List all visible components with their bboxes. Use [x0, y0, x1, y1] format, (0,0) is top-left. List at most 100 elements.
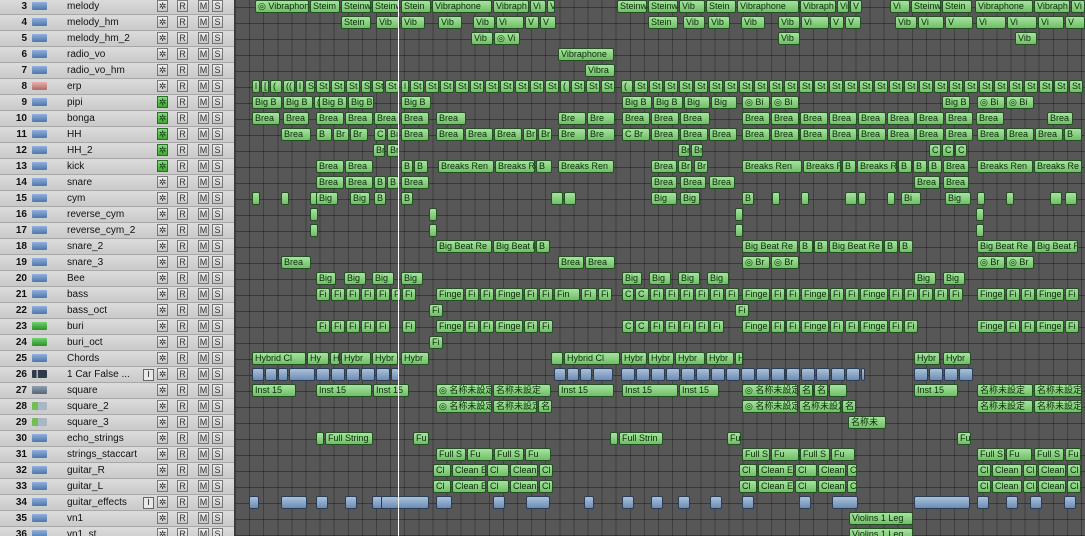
midi-region[interactable]	[1065, 192, 1077, 205]
midi-region[interactable]: Full S	[977, 448, 1005, 461]
midi-region[interactable]: Vibra	[585, 64, 615, 77]
midi-region[interactable]: Cl	[1067, 480, 1081, 493]
midi-region[interactable]: C	[374, 128, 386, 141]
mute-button[interactable]: M	[198, 16, 209, 28]
midi-region[interactable]: Fu	[525, 448, 551, 461]
midi-region[interactable]: ◎ Vi	[494, 32, 520, 45]
record-button[interactable]: R	[177, 96, 188, 108]
midi-region[interactable]: Fi	[771, 288, 785, 301]
midi-region[interactable]: Finge	[495, 320, 523, 333]
midi-region[interactable]: Vib	[679, 0, 705, 13]
audio-region[interactable]	[959, 368, 973, 381]
midi-region[interactable]: St	[664, 80, 678, 93]
midi-region[interactable]: ◎ Br	[1006, 256, 1034, 269]
midi-region[interactable]: Big	[622, 272, 642, 285]
midi-region[interactable]: Cl	[433, 480, 451, 493]
midi-region[interactable]: Fi	[524, 320, 538, 333]
mute-button[interactable]: M	[198, 512, 209, 524]
track-name[interactable]: guitar_effects	[67, 495, 147, 510]
record-button[interactable]: R	[177, 304, 188, 316]
midi-region[interactable]: Brea	[651, 128, 679, 141]
freeze-button[interactable]: ✲	[157, 240, 168, 252]
midi-region[interactable]: Hybr	[914, 352, 940, 365]
midi-region[interactable]: B	[928, 160, 942, 173]
record-button[interactable]: R	[177, 112, 188, 124]
midi-region[interactable]: B	[536, 160, 552, 173]
midi-region[interactable]	[1050, 192, 1062, 205]
solo-button[interactable]: S	[212, 160, 223, 172]
midi-region[interactable]: Brea	[976, 112, 1004, 125]
midi-region[interactable]: Fi	[480, 288, 494, 301]
solo-button[interactable]: S	[212, 144, 223, 156]
midi-region[interactable]: Big	[316, 272, 336, 285]
mute-button[interactable]: M	[198, 64, 209, 76]
midi-region[interactable]: Brea	[680, 128, 708, 141]
midi-region[interactable]: St	[485, 80, 499, 93]
mute-button[interactable]: M	[198, 416, 209, 428]
audio-region[interactable]	[636, 368, 650, 381]
midi-region[interactable]: Bre	[587, 112, 615, 125]
audio-region[interactable]	[346, 368, 360, 381]
track-name[interactable]: buri	[67, 319, 147, 334]
midi-region[interactable]: Brea	[651, 112, 679, 125]
midi-region[interactable]: Vi	[530, 0, 546, 13]
track-row[interactable]: 23 buri ✲ R M S	[0, 319, 234, 335]
midi-region[interactable]: Fi	[402, 288, 416, 301]
midi-region[interactable]: ◎ Br	[977, 256, 1005, 269]
midi-region[interactable]: Vi	[890, 0, 910, 13]
freeze-button[interactable]: ✲	[157, 448, 168, 460]
midi-region[interactable]: Hybrid Cl	[252, 352, 306, 365]
midi-region[interactable]: Brea	[742, 128, 770, 141]
midi-region[interactable]	[551, 192, 563, 205]
midi-region[interactable]: Br	[538, 128, 552, 141]
midi-region[interactable]: Violins 1 Leg	[849, 528, 913, 536]
midi-region[interactable]: St	[305, 80, 315, 93]
track-name[interactable]: vn1	[67, 511, 147, 526]
midi-region[interactable]: Fi	[934, 288, 948, 301]
freeze-button[interactable]: ✲	[157, 96, 168, 108]
midi-region[interactable]: Fi	[465, 288, 479, 301]
audio-region[interactable]	[696, 368, 710, 381]
mute-button[interactable]: M	[198, 336, 209, 348]
midi-region[interactable]: Brea	[374, 112, 400, 125]
midi-region[interactable]: Stein	[942, 0, 972, 13]
midi-region[interactable]: Fi	[429, 304, 443, 317]
midi-region[interactable]	[976, 208, 984, 221]
midi-region[interactable]	[310, 208, 318, 221]
audio-region[interactable]	[493, 496, 505, 509]
midi-region[interactable]: Br	[678, 144, 690, 157]
midi-region[interactable]: St	[724, 80, 738, 93]
midi-region[interactable]: Brea	[771, 112, 799, 125]
solo-button[interactable]: S	[212, 32, 223, 44]
track-name[interactable]: reverse_cym_2	[67, 223, 147, 238]
midi-region[interactable]: Bre	[558, 128, 586, 141]
midi-region[interactable]: Fi	[376, 320, 390, 333]
midi-region[interactable]: Finge	[977, 288, 1005, 301]
audio-region[interactable]	[554, 368, 566, 381]
audio-region[interactable]	[361, 368, 375, 381]
audio-region[interactable]	[622, 496, 634, 509]
midi-region[interactable]: Brea	[943, 160, 969, 173]
mute-button[interactable]: M	[198, 288, 209, 300]
track-row[interactable]: 24 buri_oct ✲ R M S	[0, 335, 234, 351]
audio-region[interactable]	[771, 368, 785, 381]
midi-region[interactable]: Vib	[895, 16, 917, 29]
audio-region[interactable]	[278, 368, 288, 381]
midi-region[interactable]: Inst 15	[558, 384, 614, 397]
solo-button[interactable]: S	[212, 352, 223, 364]
midi-region[interactable]: Steinw	[911, 0, 941, 13]
track-row[interactable]: 17 reverse_cym_2 ✲ R M S	[0, 223, 234, 239]
midi-region[interactable]: Finge	[801, 320, 829, 333]
midi-region[interactable]: Brea	[283, 112, 309, 125]
midi-region[interactable]: Bi	[901, 192, 921, 205]
midi-region[interactable]: Finge	[860, 288, 888, 301]
record-button[interactable]: R	[177, 80, 188, 92]
midi-region[interactable]: Stein	[401, 0, 431, 13]
midi-region[interactable]: Fi	[695, 320, 709, 333]
audio-region[interactable]	[526, 496, 550, 509]
midi-region[interactable]: St	[709, 80, 723, 93]
solo-button[interactable]: S	[212, 448, 223, 460]
midi-region[interactable]: 名	[814, 384, 828, 397]
midi-region[interactable]	[887, 192, 895, 205]
midi-region[interactable]: Brea	[742, 112, 770, 125]
